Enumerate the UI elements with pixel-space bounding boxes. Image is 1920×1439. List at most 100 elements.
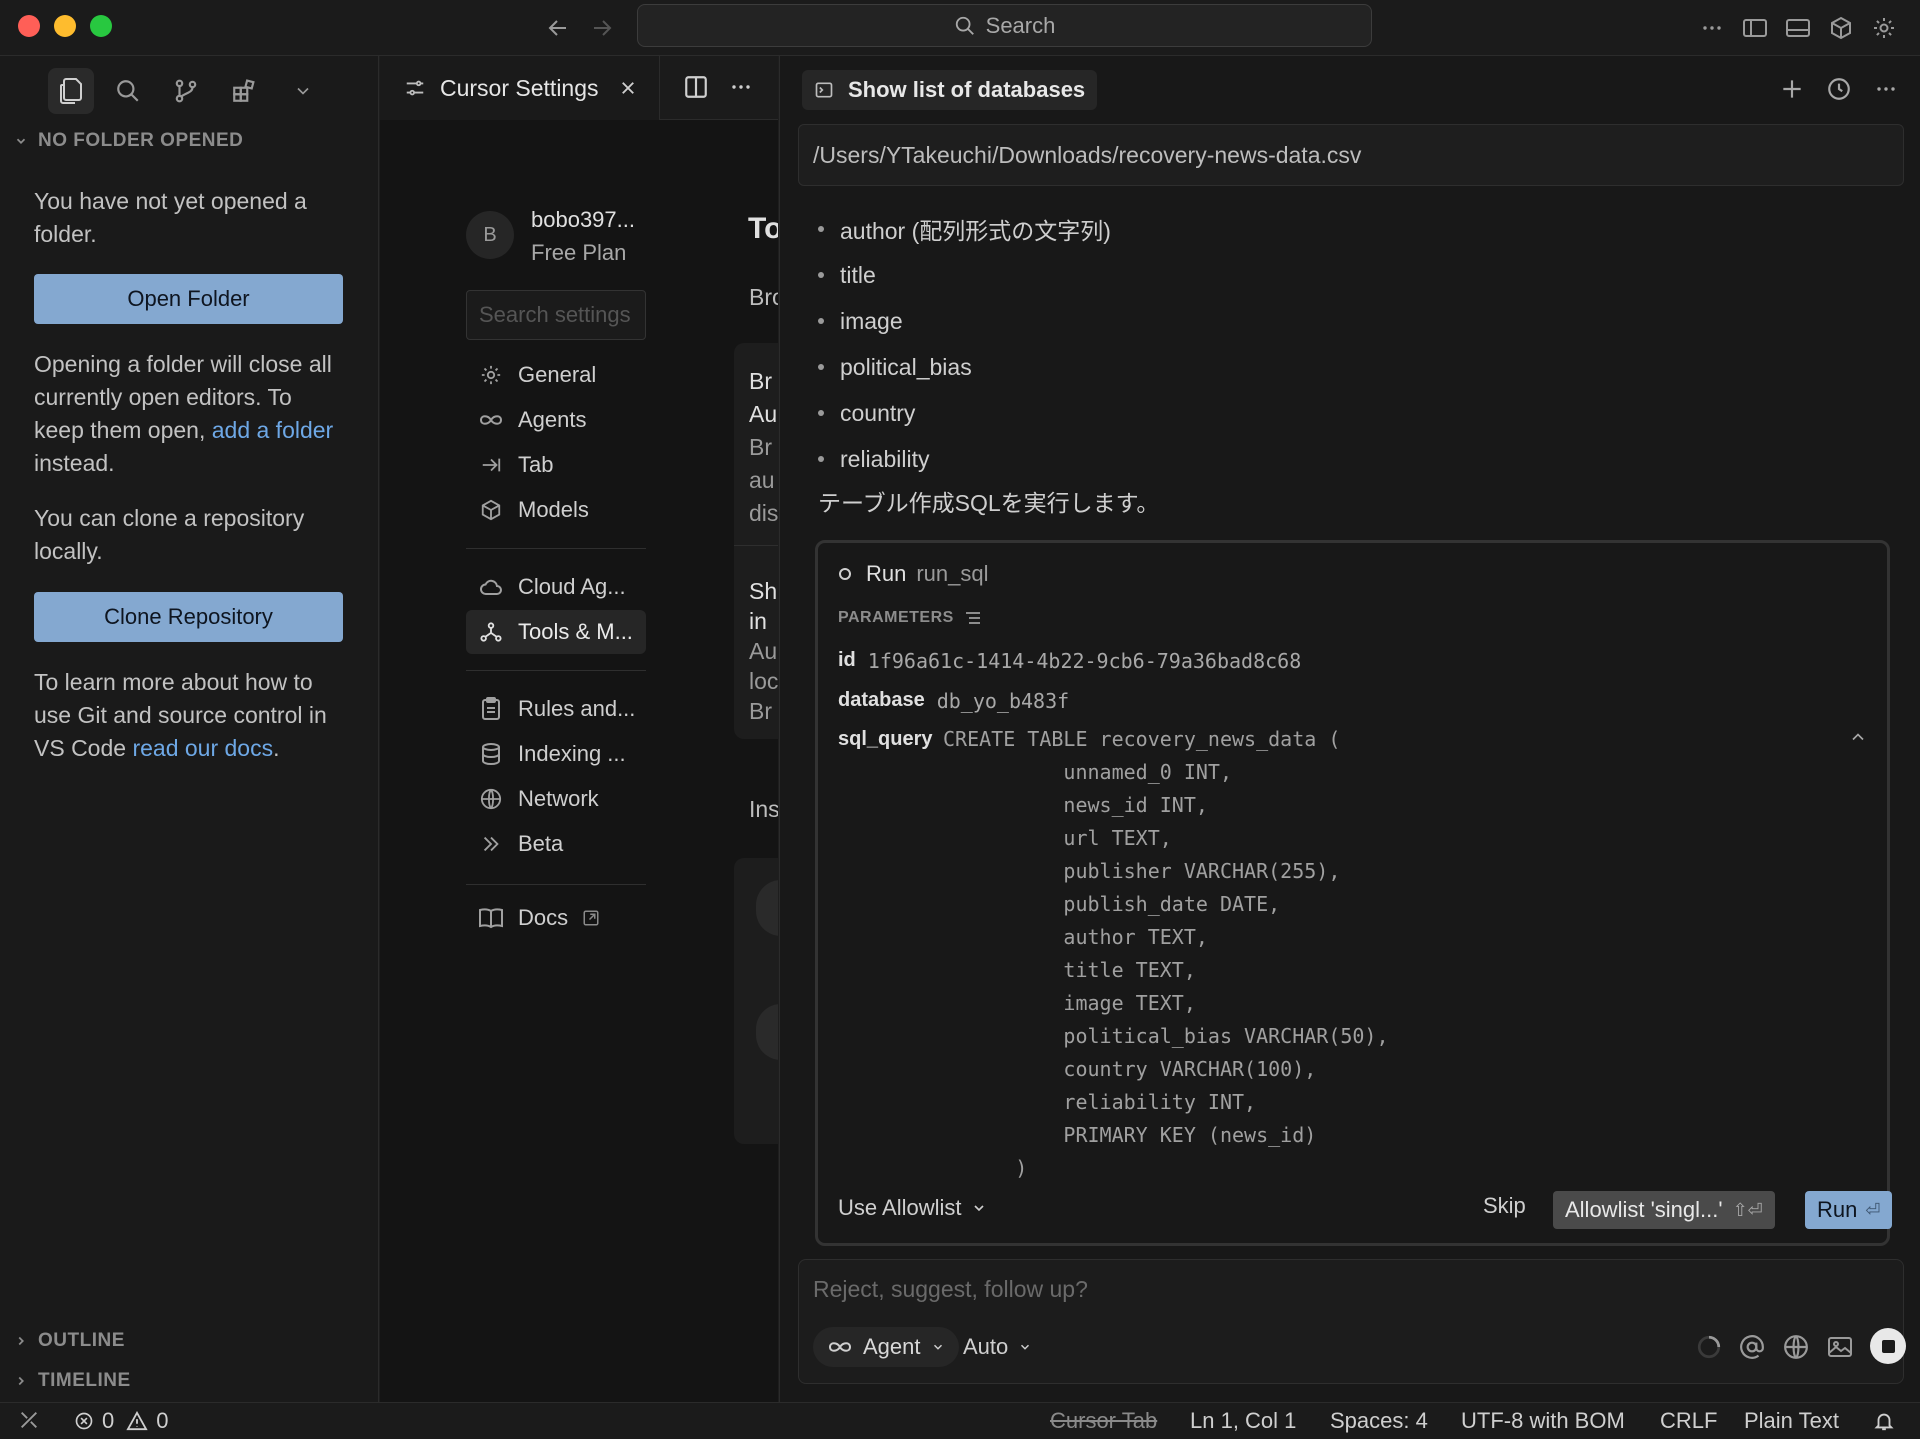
card-text: Br (749, 698, 772, 724)
settings-editor: Cursor Settings B bobo397... Free Plan S… (380, 56, 778, 1402)
zoom-window-button[interactable] (90, 15, 112, 37)
toggle-panel-icon[interactable] (1782, 12, 1814, 44)
mode-selector[interactable]: Agent (813, 1327, 959, 1367)
user-name: bobo397... (531, 207, 635, 232)
tab-show-list-of-databases[interactable]: Show list of databases (802, 70, 1098, 110)
nav-indexing[interactable]: Indexing ... (466, 732, 646, 776)
stop-button[interactable] (1870, 1328, 1906, 1364)
list-item: political_bias (818, 344, 1111, 390)
search-icon (954, 15, 976, 37)
dropdown-label: Use Allowlist (838, 1195, 962, 1220)
section-title: NO FOLDER OPENED (38, 130, 244, 151)
nav-agents[interactable]: Agents (466, 398, 646, 442)
clone-repository-button[interactable]: Clone Repository (34, 592, 343, 642)
indentation[interactable]: Spaces: 4 (1330, 1408, 1428, 1434)
nav-tab[interactable]: Tab (466, 443, 646, 487)
chat-header: Show list of databases (780, 56, 1920, 120)
line-ending[interactable]: CRLF (1660, 1408, 1717, 1434)
tab-label: Cursor Settings (440, 74, 599, 101)
open-folder-button[interactable]: Open Folder (34, 274, 343, 324)
section-description: Bro (749, 284, 778, 310)
chat-input-box[interactable]: Reject, suggest, follow up? Agent Auto (798, 1259, 1906, 1384)
list-icon[interactable] (964, 610, 982, 626)
chevron-right-icon (14, 1334, 28, 1348)
history-icon[interactable] (1826, 76, 1852, 102)
back-arrow-icon[interactable] (542, 12, 574, 44)
nav-cloud-agents[interactable]: Cloud Ag... (466, 565, 646, 609)
use-allowlist-dropdown[interactable]: Use Allowlist (838, 1195, 987, 1221)
tool-call-header: Run run_sql (838, 561, 989, 587)
sql-query-code: CREATE TABLE recovery_news_data ( unname… (943, 727, 1389, 1180)
button-label: Run (1817, 1197, 1858, 1222)
infinity-icon (478, 412, 504, 428)
warning-icon (126, 1411, 148, 1431)
extensions-tab[interactable] (221, 68, 267, 114)
bell-icon[interactable] (1873, 1409, 1895, 1433)
skip-button[interactable]: Skip (1483, 1193, 1526, 1219)
tab-cursor-settings[interactable]: Cursor Settings (380, 56, 660, 120)
command-search-box[interactable]: Search (637, 4, 1372, 47)
read-docs-link[interactable]: read our docs (132, 735, 273, 761)
language-mode[interactable]: Plain Text (1744, 1408, 1839, 1434)
outline-section-header[interactable]: OUTLINE (14, 1330, 125, 1352)
chat-title: Show list of databases (848, 77, 1086, 102)
model-selector[interactable]: Auto (963, 1327, 1032, 1367)
allowlist-button[interactable]: Allowlist 'singl...' ⇧⏎ (1553, 1191, 1775, 1229)
no-folder-section-header[interactable]: NO FOLDER OPENED (14, 130, 243, 152)
nav-label: Tab (518, 452, 554, 477)
avatar: B (466, 211, 514, 259)
search-icon (115, 78, 141, 104)
more-icon[interactable] (1696, 12, 1728, 44)
sliders-icon (404, 77, 426, 99)
explorer-tab[interactable] (48, 68, 94, 114)
minimize-window-button[interactable] (54, 15, 76, 37)
nav-beta[interactable]: Beta (466, 822, 646, 866)
message-text: . (273, 735, 280, 761)
card-text: dis (749, 500, 778, 526)
run-button[interactable]: Run ⏎ (1805, 1191, 1893, 1229)
status-bar: 0 0 Cursor Tab Ln 1, Col 1 Spaces: 4 UTF… (0, 1402, 1920, 1439)
cube-icon[interactable] (1825, 12, 1857, 44)
nav-label: Docs (518, 905, 569, 930)
close-icon[interactable] (619, 79, 637, 97)
gear-icon[interactable] (1868, 12, 1900, 44)
chevron-down-icon (14, 134, 28, 148)
chevron-up-icon[interactable] (1848, 727, 1868, 747)
files-icon (58, 77, 84, 105)
source-control-tab[interactable] (163, 68, 209, 114)
nav-tools-mcp[interactable]: Tools & M... (466, 610, 646, 654)
problems-indicator[interactable]: 0 0 (74, 1408, 169, 1434)
encoding[interactable]: UTF-8 with BOM (1461, 1408, 1625, 1434)
more-views-dropdown[interactable] (280, 68, 326, 114)
new-chat-icon[interactable] (1779, 76, 1805, 102)
nav-models[interactable]: Models (466, 488, 646, 532)
more-icon[interactable] (729, 75, 753, 99)
settings-content: B bobo397... Free Plan Search settings G… (380, 120, 778, 1402)
search-tab[interactable] (105, 68, 151, 114)
nav-network[interactable]: Network (466, 777, 646, 821)
card-title: in (749, 608, 767, 634)
add-folder-link[interactable]: add a folder (212, 417, 333, 443)
chevron-down-icon (293, 81, 313, 101)
remote-icon[interactable] (18, 1409, 40, 1431)
section-title: TIMELINE (38, 1370, 131, 1391)
nav-docs[interactable]: Docs (466, 896, 646, 940)
settings-search-input[interactable]: Search settings (466, 290, 646, 340)
error-icon (74, 1411, 94, 1431)
image-icon[interactable] (1825, 1332, 1855, 1362)
cursor-position[interactable]: Ln 1, Col 1 (1190, 1408, 1296, 1434)
globe-icon[interactable] (1781, 1332, 1811, 1362)
label-text: PARAMETERS (838, 609, 954, 626)
nav-general[interactable]: General (466, 353, 646, 397)
cursor-tab-status[interactable]: Cursor Tab (1050, 1408, 1157, 1434)
mention-icon[interactable] (1737, 1332, 1767, 1362)
external-link-icon (582, 909, 600, 927)
toggle-sidebar-icon[interactable] (1739, 12, 1771, 44)
nav-rules[interactable]: Rules and... (466, 687, 646, 731)
param-key: id (838, 649, 856, 671)
forward-arrow-icon[interactable] (586, 12, 618, 44)
split-editor-icon[interactable] (683, 74, 709, 100)
more-icon[interactable] (1874, 77, 1898, 101)
timeline-section-header[interactable]: TIMELINE (14, 1370, 131, 1392)
close-window-button[interactable] (18, 15, 40, 37)
